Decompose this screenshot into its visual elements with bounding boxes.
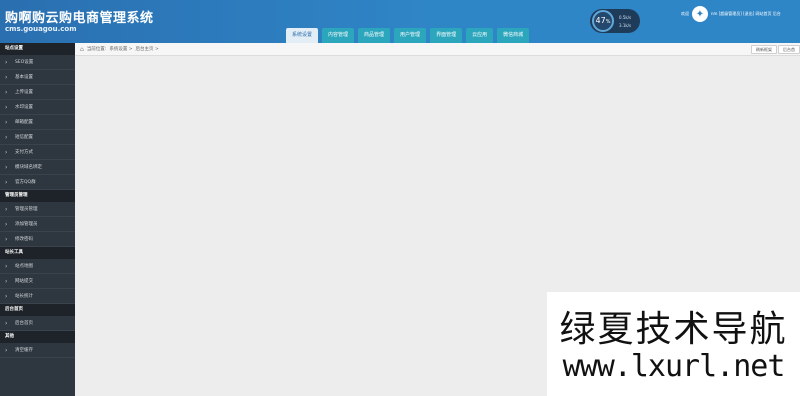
avatar[interactable]: ✦ bbox=[692, 6, 708, 22]
sidebar-item-upload[interactable]: › 上传设置 bbox=[0, 85, 75, 100]
breadcrumb-label: 当前位置: bbox=[86, 47, 107, 52]
chevron-right-icon: › bbox=[5, 263, 8, 270]
app-root: 购啊购云购电商管理系统 cms.gouagou.com 系统设置 内容管理 商品… bbox=[0, 0, 800, 396]
sidebar-item-clear-cache[interactable]: › 清空缓存 bbox=[0, 343, 75, 358]
user-links[interactable]: nm [超级管理员] [退出] 网站首页 后台 bbox=[711, 11, 781, 17]
gauge-value: 47% bbox=[592, 10, 614, 32]
sidebar-item-admins[interactable]: › 管理员管理 bbox=[0, 202, 75, 217]
sidebar-item-qq-group[interactable]: › 官方QQ群 bbox=[0, 175, 75, 190]
chevron-right-icon: › bbox=[5, 89, 8, 96]
sidebar: 站点设置 › SEO设置 › 基本设置 › 上传设置 › 水印设置 › 邮箱配置 › 短信配… bbox=[0, 43, 75, 396]
tab-interface[interactable]: 界面管理 bbox=[430, 28, 463, 43]
speed-gauge: 47% 0.5k/s 3.1k/s bbox=[590, 9, 640, 33]
sidebar-item-dashboard[interactable]: › 后台首页 bbox=[0, 316, 75, 331]
top-header: 购啊购云购电商管理系统 cms.gouagou.com 系统设置 内容管理 商品… bbox=[0, 0, 800, 43]
chevron-right-icon: › bbox=[5, 104, 8, 111]
chevron-right-icon: › bbox=[5, 206, 8, 213]
gauge-download: 3.1k/s bbox=[619, 23, 632, 28]
sidebar-item-password[interactable]: › 修改密码 bbox=[0, 232, 75, 247]
sidebar-section-title: 站点设置 bbox=[0, 43, 75, 55]
chevron-right-icon: › bbox=[5, 134, 8, 141]
tab-content[interactable]: 内容管理 bbox=[322, 28, 355, 43]
chevron-right-icon: › bbox=[5, 293, 8, 300]
home-icon: ⌂ bbox=[80, 46, 84, 53]
sidebar-item-submit[interactable]: › 网站提交 bbox=[0, 274, 75, 289]
sidebar-item-watermark[interactable]: › 水印设置 bbox=[0, 100, 75, 115]
tab-users[interactable]: 用户管理 bbox=[394, 28, 427, 43]
tab-products[interactable]: 商品管理 bbox=[358, 28, 391, 43]
sidebar-item-sitemap[interactable]: › 站点地图 bbox=[0, 259, 75, 274]
tab-system-settings[interactable]: 系统设置 bbox=[286, 28, 319, 43]
chevron-right-icon: › bbox=[5, 236, 8, 243]
back-home-button[interactable]: 后台首 bbox=[778, 45, 800, 54]
sidebar-item-stats[interactable]: › 站长统计 bbox=[0, 289, 75, 304]
chevron-right-icon: › bbox=[5, 320, 8, 327]
chevron-right-icon: › bbox=[5, 164, 8, 171]
watermark-url: www.lxurl.net bbox=[562, 349, 786, 384]
chevron-right-icon: › bbox=[5, 74, 8, 81]
breadcrumb-link[interactable]: 系统设置 > bbox=[109, 43, 132, 56]
top-nav: 系统设置 内容管理 商品管理 用户管理 界面管理 云应用 微信商城 bbox=[286, 28, 530, 43]
tab-wechat-mall[interactable]: 微信商城 bbox=[497, 28, 530, 43]
app-title: 购啊购云购电商管理系统 bbox=[5, 11, 154, 26]
sidebar-item-basic[interactable]: › 基本设置 bbox=[0, 70, 75, 85]
sidebar-section-title: 其他 bbox=[0, 331, 75, 343]
sidebar-section-title: 后台首页 bbox=[0, 304, 75, 316]
breadcrumb-current: 后台主页 > bbox=[135, 47, 159, 52]
chevron-right-icon: › bbox=[5, 278, 8, 285]
user-area: 欢迎 ✦ nm [超级管理员] [退出] 网站首页 后台 bbox=[681, 6, 781, 22]
tab-cloud-apps[interactable]: 云应用 bbox=[466, 28, 494, 43]
sidebar-item-seo[interactable]: › SEO设置 bbox=[0, 55, 75, 70]
chevron-right-icon: › bbox=[5, 59, 8, 66]
sidebar-item-add-admin[interactable]: › 添加管理员 bbox=[0, 217, 75, 232]
breadcrumb: ⌂ 当前位置: 系统设置 > 后台主页 > bbox=[80, 43, 159, 56]
sidebar-item-payment[interactable]: › 支付方式 bbox=[0, 145, 75, 160]
sidebar-section-title: 管理员管理 bbox=[0, 190, 75, 202]
watermark: 绿夏技术导航 www.lxurl.net bbox=[547, 292, 800, 396]
chevron-right-icon: › bbox=[5, 149, 8, 156]
sidebar-item-sms[interactable]: › 短信配置 bbox=[0, 130, 75, 145]
breadcrumb-bar: ⌂ 当前位置: 系统设置 > 后台主页 > 刷新框架 后台首 bbox=[75, 43, 800, 56]
sidebar-item-email[interactable]: › 邮箱配置 bbox=[0, 115, 75, 130]
refresh-frame-button[interactable]: 刷新框架 bbox=[751, 45, 777, 54]
chevron-right-icon: › bbox=[5, 119, 8, 126]
chevron-right-icon: › bbox=[5, 221, 8, 228]
app-domain: cms.gouagou.com bbox=[5, 25, 77, 33]
sidebar-item-domain[interactable]: › 模块域名绑定 bbox=[0, 160, 75, 175]
gauge-upload: 0.5k/s bbox=[619, 15, 632, 20]
chevron-right-icon: › bbox=[5, 179, 8, 186]
bird-logo-icon: ✦ bbox=[695, 8, 705, 20]
watermark-text: 绿夏技术导航 bbox=[559, 309, 788, 350]
chevron-right-icon: › bbox=[5, 347, 8, 354]
sidebar-section-title: 站长工具 bbox=[0, 247, 75, 259]
welcome-text: 欢迎 bbox=[681, 11, 689, 16]
